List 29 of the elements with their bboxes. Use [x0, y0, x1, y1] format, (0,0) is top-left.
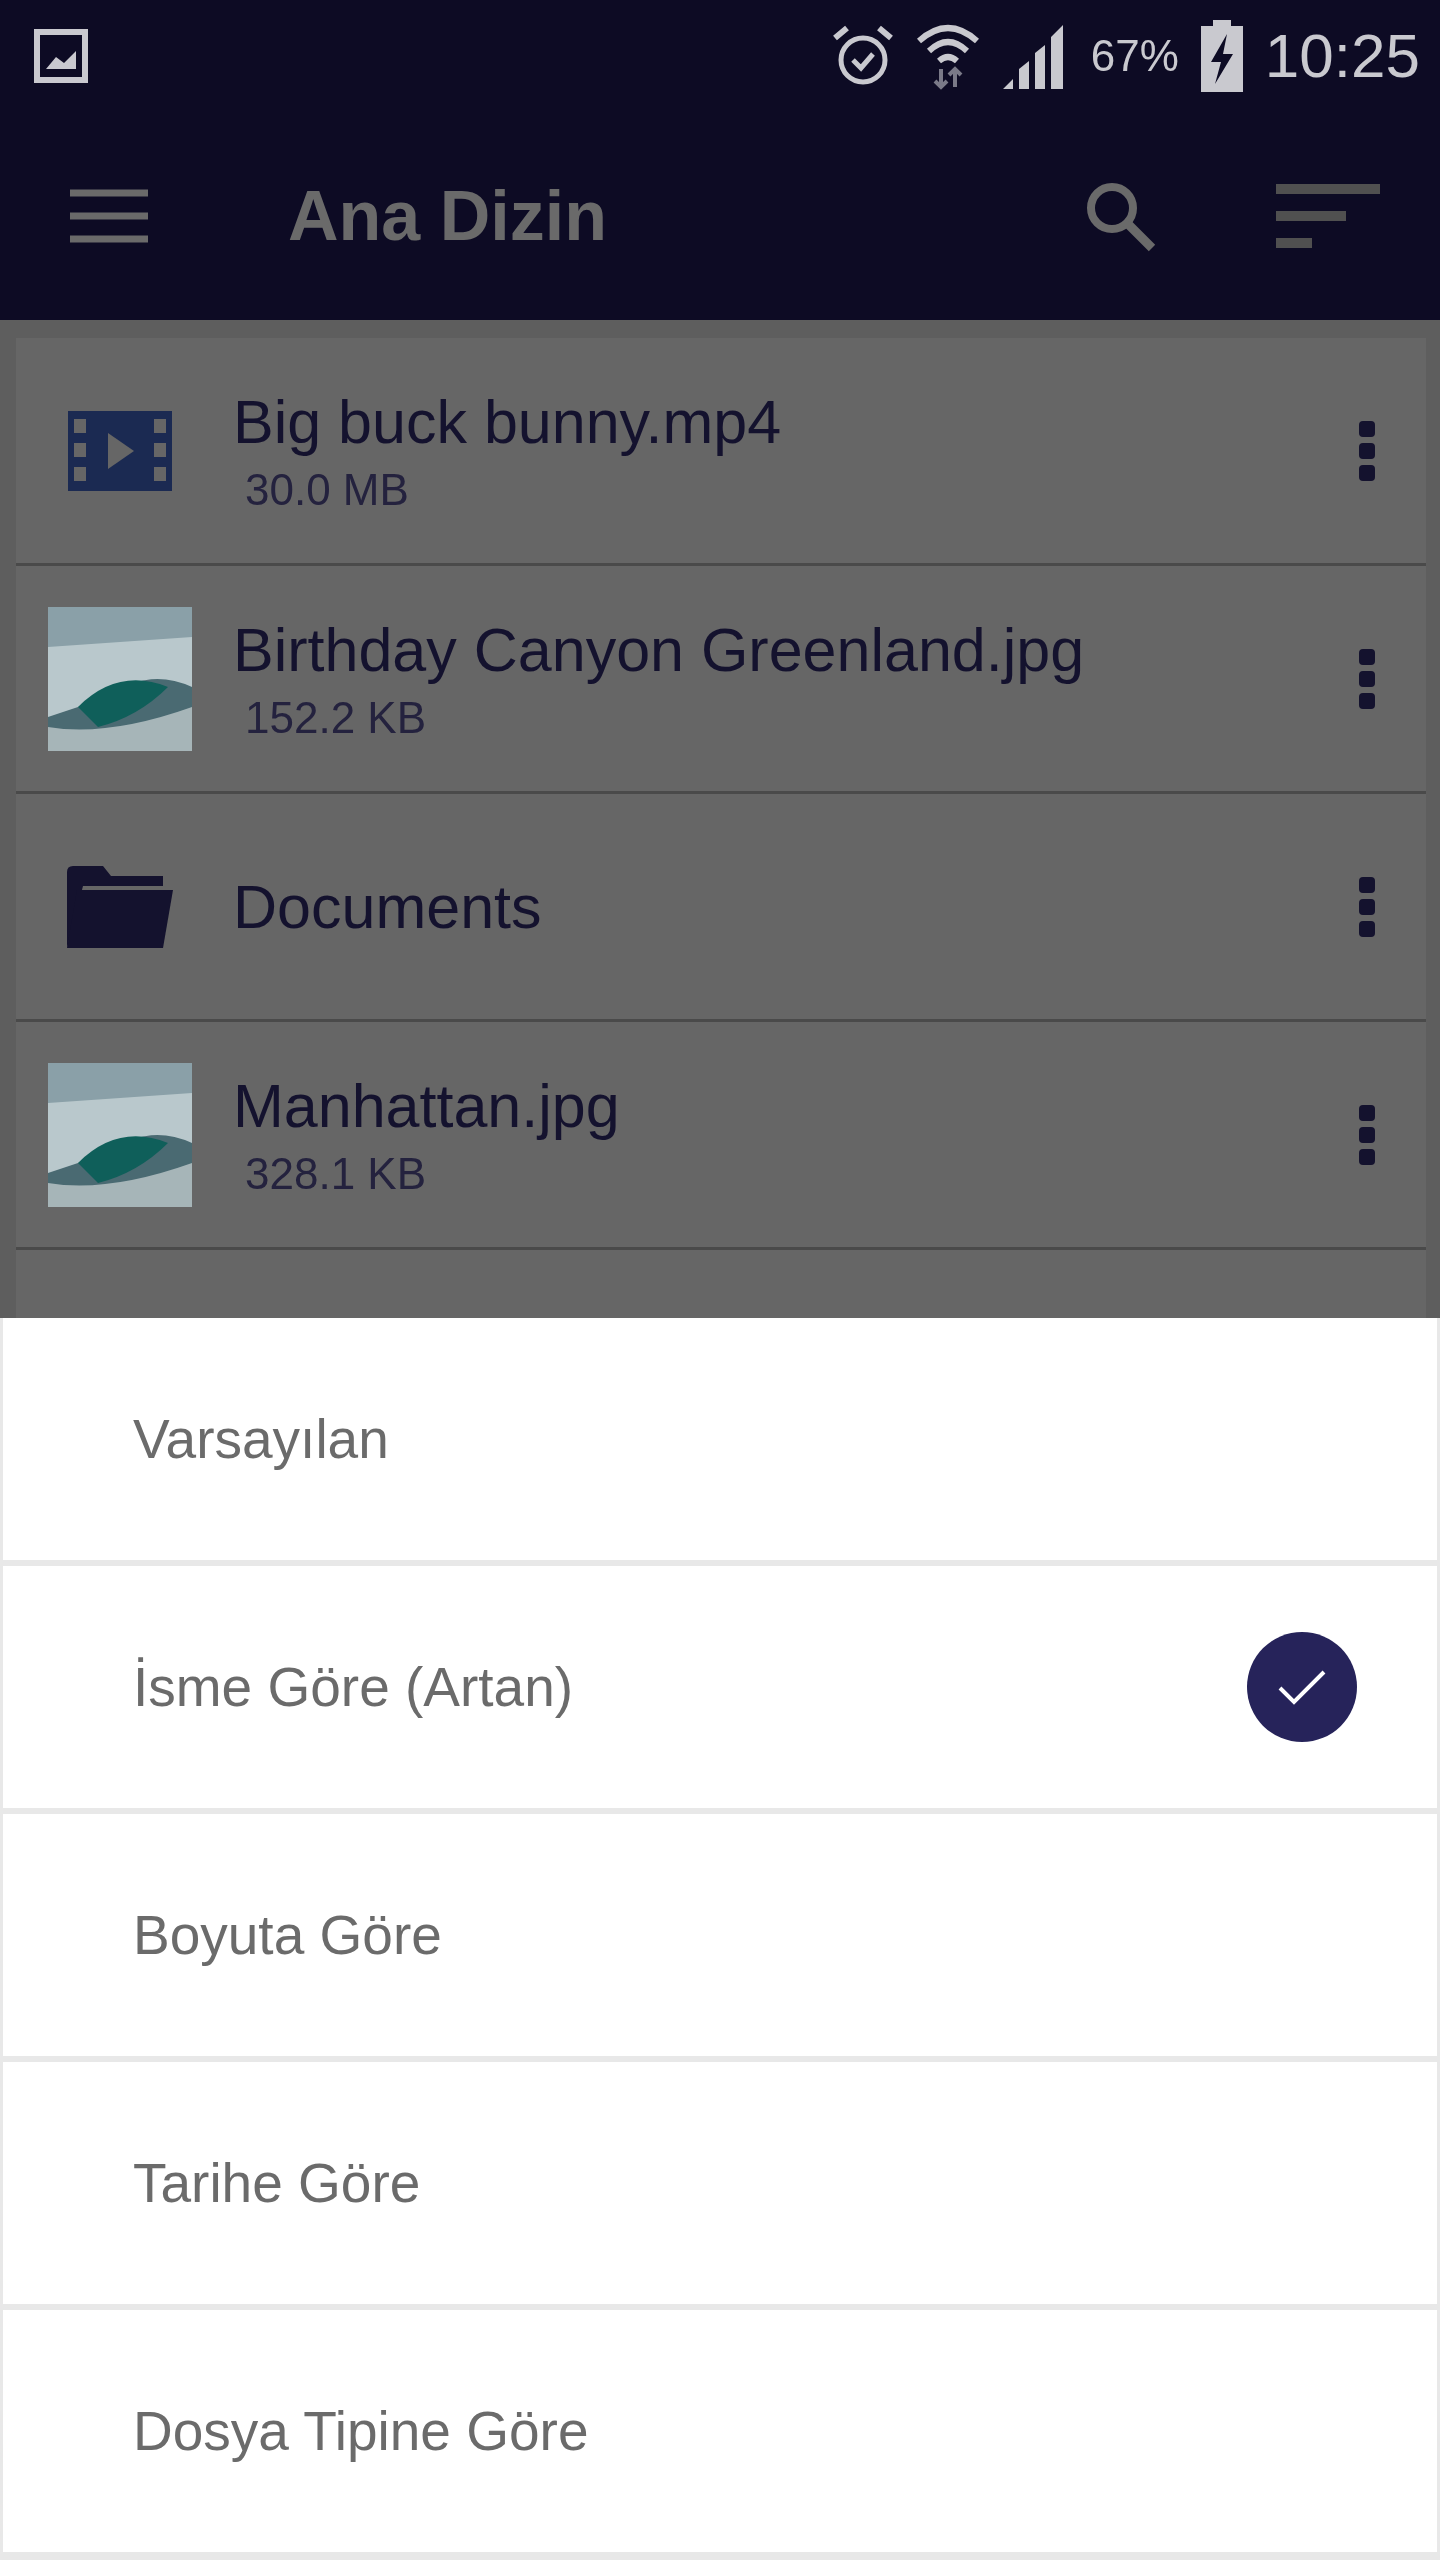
more-icon [1358, 1104, 1376, 1165]
file-row[interactable]: Birthday Canyon Greenland.jpg 152.2 KB [16, 566, 1426, 794]
battery-charging-icon [1200, 19, 1243, 92]
file-name: Birthday Canyon Greenland.jpg [233, 614, 1086, 685]
film-icon [68, 410, 172, 491]
file-size: 328.1 KB [245, 1148, 428, 1199]
clock-time: 10:25 [1264, 20, 1420, 91]
menu-icon[interactable] [70, 188, 148, 243]
more-icon [1358, 420, 1376, 481]
sort-option[interactable]: Tarihe Göre [3, 2062, 1437, 2304]
file-size: 30.0 MB [245, 464, 410, 515]
sort-option[interactable]: Boyuta Göre [3, 1814, 1437, 2056]
file-row[interactable]: Documents [16, 794, 1426, 1022]
file-name: Documents [233, 871, 543, 942]
sort-option[interactable]: Dosya Tipine Göre [3, 2310, 1437, 2552]
more-icon [1358, 876, 1376, 937]
battery-percentage: 67% [1090, 30, 1179, 81]
sort-icon[interactable] [1276, 183, 1380, 248]
file-row[interactable]: Big buck bunny.mp4 30.0 MB [16, 338, 1426, 566]
gallery-icon [34, 28, 88, 83]
file-size: 152.2 KB [245, 692, 428, 743]
more-icon [1358, 648, 1376, 709]
file-name: Manhattan.jpg [233, 1070, 621, 1141]
folder-icon [67, 865, 173, 948]
file-row[interactable]: Manhattan.jpg 328.1 KB [16, 1022, 1426, 1250]
file-name: Big buck bunny.mp4 [233, 386, 783, 457]
sort-option[interactable]: Varsayılan [3, 1318, 1437, 1560]
app-bar-title: Ana Dizin [288, 175, 608, 256]
sort-option[interactable]: İsme Göre (Artan) [3, 1566, 1437, 1808]
